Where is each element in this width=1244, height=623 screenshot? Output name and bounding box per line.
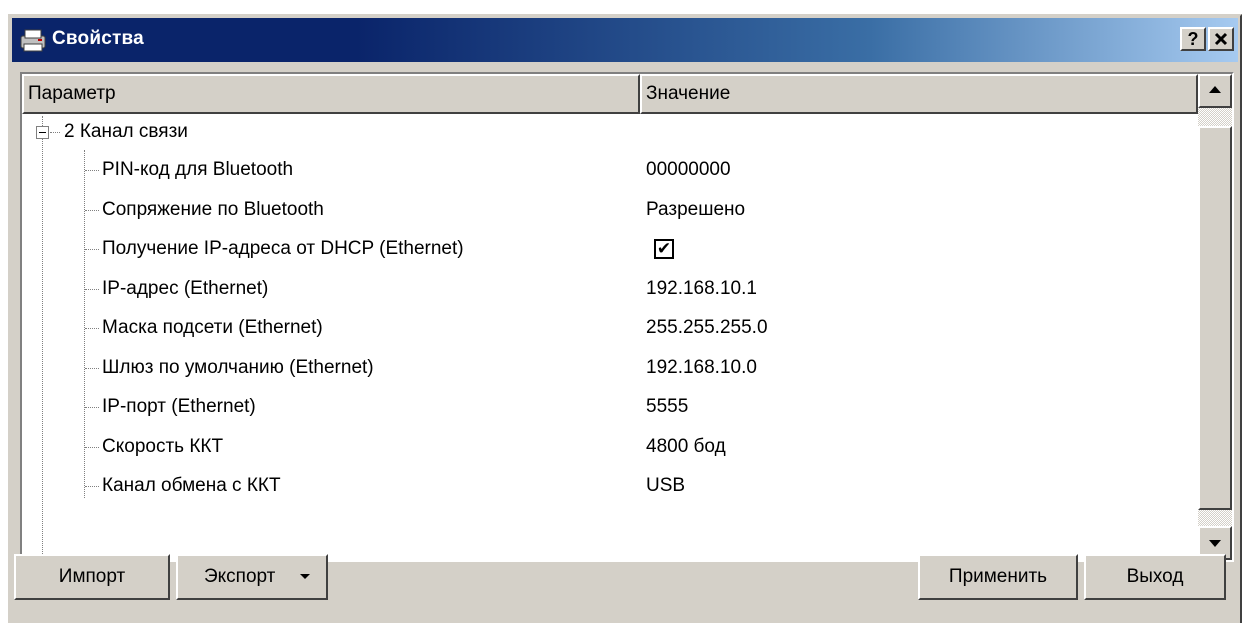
printer-icon — [20, 29, 46, 52]
column-header-parameter[interactable]: Параметр — [22, 74, 640, 114]
import-button[interactable]: Импорт — [14, 554, 170, 600]
exit-button[interactable]: Выход — [1084, 554, 1226, 600]
property-value[interactable]: Разрешено — [646, 190, 745, 230]
property-name[interactable]: IP-адрес (Ethernet) — [102, 269, 268, 309]
property-value[interactable]: 255.255.255.0 — [646, 308, 768, 348]
tree-line — [50, 132, 60, 133]
window-title: Свойства — [52, 28, 144, 49]
arrow-down-icon — [1209, 540, 1221, 547]
help-button[interactable]: ? — [1180, 27, 1206, 51]
property-value[interactable]: 5555 — [646, 387, 688, 427]
scroll-up-button[interactable] — [1198, 74, 1232, 108]
tree-line — [85, 328, 99, 329]
property-value[interactable]: 192.168.10.1 — [646, 269, 757, 309]
property-name[interactable]: Получение IP-адреса от DHCP (Ethernet) — [102, 229, 464, 269]
close-button[interactable] — [1208, 27, 1234, 51]
tree-line — [85, 170, 99, 171]
properties-list[interactable]: Параметр Значение 2 Канал связи PIN-код … — [20, 72, 1234, 562]
property-name[interactable]: PIN-код для Bluetooth — [102, 150, 293, 190]
dhcp-checkbox[interactable]: ✔ — [654, 239, 674, 259]
tree-line — [85, 407, 99, 408]
tree-line — [85, 209, 99, 211]
apply-button[interactable]: Применить — [918, 554, 1078, 600]
property-value[interactable]: 192.168.10.0 — [646, 348, 757, 388]
tree-line — [85, 288, 99, 290]
property-name[interactable]: Сопряжение по Bluetooth — [102, 190, 324, 230]
list-header: Параметр Значение — [22, 74, 1198, 114]
close-icon — [1214, 32, 1228, 46]
scroll-thumb[interactable] — [1198, 126, 1232, 510]
group-row[interactable]: 2 Канал связи — [64, 112, 188, 152]
export-label: Экспорт — [204, 566, 276, 587]
property-name[interactable]: Шлюз по умолчанию (Ethernet) — [102, 348, 374, 388]
title-bar[interactable]: Свойства ? — [12, 18, 1238, 62]
tree-line — [85, 446, 99, 448]
property-value[interactable]: 4800 бод — [646, 427, 726, 467]
tree-line — [85, 486, 99, 487]
property-name[interactable]: Скорость ККТ — [102, 427, 223, 467]
vertical-scrollbar[interactable] — [1198, 74, 1232, 560]
tree-line — [85, 367, 99, 369]
group-collapse-toggle[interactable] — [36, 126, 49, 139]
property-name[interactable]: Маска подсети (Ethernet) — [102, 308, 323, 348]
property-value[interactable]: USB — [646, 466, 685, 506]
property-name[interactable]: Канал обмена с ККТ — [102, 466, 281, 506]
column-header-value[interactable]: Значение — [640, 74, 1198, 114]
property-value[interactable]: 00000000 — [646, 150, 731, 190]
tree-line — [42, 116, 43, 560]
arrow-up-icon — [1209, 86, 1221, 93]
export-button[interactable]: Экспорт — [176, 554, 328, 600]
group-label: 2 Канал связи — [64, 121, 188, 142]
tree-line — [85, 249, 99, 250]
property-name[interactable]: IP-порт (Ethernet) — [102, 387, 256, 427]
dropdown-arrow-icon — [300, 574, 310, 579]
